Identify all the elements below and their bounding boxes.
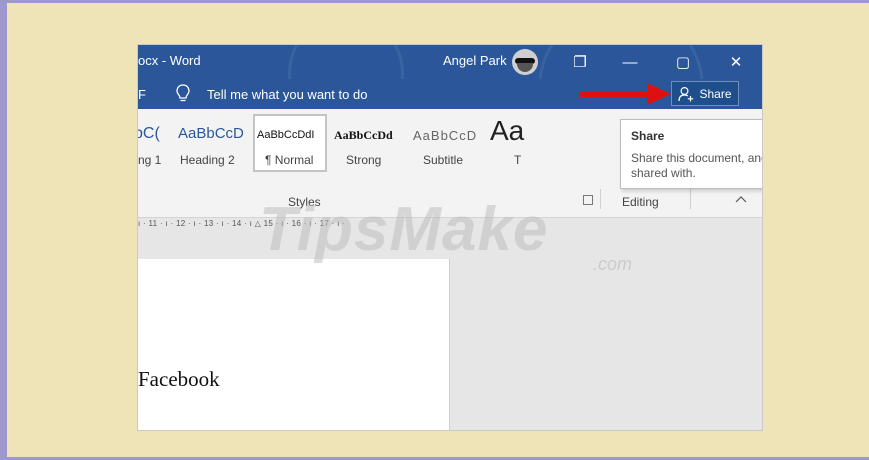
tell-me-search[interactable]: Tell me what you want to do: [207, 87, 367, 102]
minimize-icon: —: [622, 53, 638, 71]
style-label: Subtitle: [423, 153, 464, 167]
document-page[interactable]: Facebook: [138, 259, 450, 430]
style-label: ng 1: [138, 153, 162, 167]
frame-left-border: [0, 0, 7, 460]
watermark-suffix: .com: [593, 254, 633, 274]
word-window: ocx - Word Angel Park ❐ — ▢ ✕ F Tell me …: [137, 44, 763, 431]
tooltip-body: Share this document, and see who it's sh…: [631, 151, 762, 180]
maximize-icon: ▢: [675, 54, 691, 71]
style-sample: Aa: [490, 115, 525, 146]
style-subtitle[interactable]: AaBbCcD Subtitle: [413, 117, 483, 173]
style-label: T: [514, 153, 522, 167]
close-button[interactable]: ✕: [716, 45, 756, 79]
title-bar: ocx - Word Angel Park ❐ — ▢ ✕: [138, 45, 762, 171]
style-sample: AaBbCcDd: [334, 128, 393, 142]
account-name[interactable]: Angel Park: [443, 53, 507, 68]
style-label: Heading 2: [180, 153, 235, 167]
styles-dialog-launcher-icon[interactable]: [583, 195, 593, 205]
document-title: ocx - Word: [138, 53, 201, 68]
ribbon-display-icon: ❐: [573, 54, 587, 71]
tooltip-title: Share: [631, 129, 665, 143]
watermark-logo: TipsMake: [259, 195, 549, 264]
share-button[interactable]: Share: [671, 81, 739, 106]
maximize-button[interactable]: ▢: [663, 45, 703, 79]
style-title[interactable]: Aa T: [490, 115, 530, 173]
red-arrow-annotation: [579, 83, 671, 105]
avatar-face: [517, 63, 533, 72]
style-heading-2[interactable]: AaBbCcD Heading 2: [178, 117, 248, 173]
ribbon-tab-fragment[interactable]: F: [138, 87, 146, 102]
person-add-icon: [678, 86, 694, 101]
style-sample: AaBbCcD: [178, 125, 244, 142]
ribbon-display-options-button[interactable]: ❐: [560, 45, 600, 79]
close-icon: ✕: [729, 54, 743, 71]
ribbon-separator: [690, 189, 691, 209]
style-normal[interactable]: AaBbCcDdI ¶ Normal: [255, 117, 325, 173]
avatar[interactable]: [512, 49, 538, 75]
lightbulb-icon: [176, 84, 190, 102]
frame-top-border: [0, 0, 869, 3]
minimize-button[interactable]: —: [610, 45, 650, 79]
ribbon-separator: [600, 189, 601, 209]
collapse-ribbon-icon[interactable]: [734, 194, 748, 204]
editing-group-label: Editing: [622, 195, 659, 209]
style-heading-1[interactable]: bC( ng 1: [138, 117, 176, 173]
style-label: ¶ Normal: [265, 153, 314, 167]
style-strong[interactable]: AaBbCcDd Strong: [334, 117, 404, 173]
document-text: Facebook: [138, 367, 220, 391]
share-label: Share: [699, 86, 732, 101]
style-label: Strong: [346, 153, 382, 167]
share-tooltip: Share Share this document, and see who i…: [620, 119, 762, 189]
style-sample: AaBbCcD: [413, 128, 478, 143]
style-sample: AaBbCcDdI: [257, 129, 315, 141]
style-sample: bC(: [138, 125, 160, 142]
